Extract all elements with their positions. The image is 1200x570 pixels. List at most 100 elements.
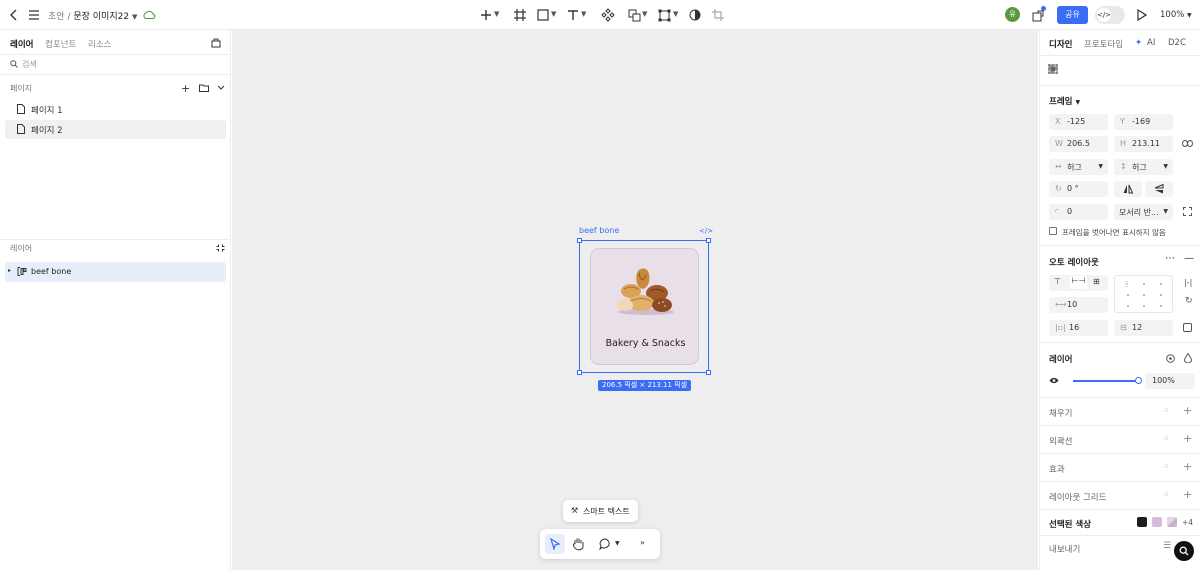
- more-tools-icon[interactable]: »: [640, 538, 645, 547]
- resize-handle[interactable]: [706, 238, 711, 243]
- reverse-order-icon[interactable]: ↻: [1185, 296, 1193, 306]
- distribute-v-icon[interactable]: [1048, 64, 1058, 74]
- link-icon[interactable]: [1182, 140, 1193, 147]
- zoom-level[interactable]: 100% ▼: [1160, 10, 1192, 20]
- width-field[interactable]: W 206.5: [1049, 136, 1108, 152]
- chevron-down-icon[interactable]: ▼: [673, 10, 678, 18]
- color-swatch[interactable]: [1152, 517, 1162, 527]
- canvas[interactable]: beef bone </> Bakery & Snacks 206.5 픽셀 ×…: [232, 30, 1038, 570]
- padding-individual-icon[interactable]: [1183, 323, 1192, 332]
- padding-horizontal-field[interactable]: |▫| 16: [1049, 320, 1108, 336]
- rotation-field[interactable]: ↻ 0 °: [1049, 181, 1108, 197]
- smart-text-button[interactable]: ⚒ 스마트 텍스트: [563, 500, 638, 522]
- add-effect-icon[interactable]: +: [1183, 460, 1192, 473]
- add-stroke-icon[interactable]: +: [1183, 432, 1192, 445]
- add-fill-icon[interactable]: +: [1183, 404, 1192, 417]
- chevron-down-icon[interactable]: ▼: [494, 10, 499, 18]
- corner-mode-select[interactable]: 모서리 반... ▼: [1114, 204, 1173, 220]
- flip-vertical-button[interactable]: [1145, 181, 1173, 197]
- color-swatch[interactable]: [1167, 517, 1177, 527]
- search-button[interactable]: [1174, 541, 1194, 561]
- independent-corners-icon[interactable]: [1183, 207, 1192, 216]
- layer-item[interactable]: ▸ beef bone: [5, 262, 226, 282]
- play-icon[interactable]: [1134, 7, 1150, 23]
- chevron-down-icon[interactable]: ▼: [642, 10, 647, 18]
- file-name[interactable]: 문장 이미지22: [73, 12, 129, 22]
- vector-edit-icon[interactable]: [656, 7, 672, 23]
- crop-icon[interactable]: [710, 7, 726, 23]
- eye-icon[interactable]: [1049, 377, 1059, 384]
- style-grid-icon[interactable]: ⁘: [1163, 462, 1170, 471]
- horizontal-direction-icon[interactable]: ⊢⊣: [1070, 276, 1087, 289]
- tab-layers[interactable]: 레이어: [10, 38, 33, 50]
- tab-d2c[interactable]: D2C: [1168, 38, 1186, 48]
- align-top-left-icon[interactable]: ⦙⦙: [1125, 281, 1133, 289]
- width-mode-select[interactable]: ↔ 허그 ▼: [1049, 159, 1108, 175]
- alignment-grid[interactable]: ⦙⦙: [1114, 275, 1173, 313]
- category-card[interactable]: Bakery & Snacks: [590, 248, 699, 365]
- style-grid-icon[interactable]: ⁘: [1163, 406, 1170, 415]
- align-dot[interactable]: [1160, 305, 1162, 307]
- y-field[interactable]: Y -169: [1114, 114, 1173, 130]
- share-button[interactable]: 공유: [1057, 6, 1088, 24]
- move-tool[interactable]: [545, 534, 565, 554]
- dev-mode-toggle[interactable]: </>: [1095, 6, 1125, 24]
- chevron-down-icon[interactable]: ▼: [132, 13, 137, 21]
- height-mode-select[interactable]: ↕ 허그 ▼: [1114, 159, 1173, 175]
- tab-design[interactable]: 디자인: [1049, 38, 1072, 50]
- tab-components[interactable]: 컴포넌트: [45, 38, 76, 50]
- style-grid-icon[interactable]: ⁘: [1163, 434, 1170, 443]
- style-grid-icon[interactable]: ⁘: [1163, 490, 1170, 499]
- resize-handle[interactable]: [577, 238, 582, 243]
- flip-horizontal-button[interactable]: [1114, 181, 1142, 197]
- align-dot[interactable]: [1143, 305, 1145, 307]
- chevron-down-icon[interactable]: ▼: [551, 10, 556, 18]
- align-dot[interactable]: [1143, 294, 1145, 296]
- remove-icon[interactable]: —: [1184, 253, 1194, 264]
- rectangle-tool-icon[interactable]: [535, 7, 551, 23]
- opacity-field[interactable]: 100%: [1145, 373, 1195, 389]
- export-settings-icon[interactable]: ☰: [1163, 541, 1171, 551]
- folder-icon[interactable]: [199, 84, 209, 92]
- vertical-direction-icon[interactable]: ⊤: [1054, 277, 1061, 286]
- clip-content-checkbox[interactable]: [1049, 227, 1057, 235]
- boolean-icon[interactable]: [626, 7, 642, 23]
- page-item[interactable]: 페이지 1: [5, 100, 226, 119]
- more-colors-count[interactable]: +4: [1182, 518, 1193, 527]
- align-dot[interactable]: [1160, 283, 1162, 285]
- frame-name-label[interactable]: beef bone: [579, 226, 619, 235]
- blend-mode-icon[interactable]: [1184, 353, 1192, 363]
- padding-vertical-field[interactable]: ⊟ 12: [1114, 320, 1173, 336]
- caret-right-icon[interactable]: ▸: [8, 267, 11, 274]
- align-dot[interactable]: [1127, 305, 1129, 307]
- library-icon[interactable]: [211, 38, 221, 48]
- opacity-slider-thumb[interactable]: [1135, 377, 1142, 384]
- wrap-direction-icon[interactable]: ⊞: [1093, 277, 1100, 286]
- selection-box[interactable]: Bakery & Snacks: [577, 238, 711, 375]
- resize-handle[interactable]: [577, 370, 582, 375]
- color-swatch[interactable]: [1137, 517, 1147, 527]
- breadcrumb-parent[interactable]: 초안: [48, 12, 65, 22]
- hand-tool-icon[interactable]: [572, 537, 585, 551]
- menu-icon[interactable]: [26, 7, 42, 23]
- tab-resources[interactable]: 리소스: [88, 38, 111, 50]
- target-icon[interactable]: [1166, 354, 1175, 363]
- collapse-icon[interactable]: [216, 244, 225, 252]
- code-icon[interactable]: </>: [699, 227, 713, 235]
- tab-ai[interactable]: AI: [1147, 38, 1155, 48]
- frame-section-title[interactable]: 프레임 ▼: [1049, 95, 1080, 107]
- component-icon[interactable]: [600, 7, 616, 23]
- opacity-slider[interactable]: [1073, 380, 1138, 382]
- add-layout-grid-icon[interactable]: +: [1183, 488, 1192, 501]
- search-input[interactable]: 검색: [22, 59, 37, 70]
- spacing-mode-icon[interactable]: |-|: [1184, 278, 1192, 287]
- page-item-selected[interactable]: 페이지 2: [5, 120, 226, 139]
- align-dot[interactable]: [1160, 294, 1162, 296]
- comment-tool-icon[interactable]: [599, 538, 611, 550]
- height-field[interactable]: H 213.11: [1114, 136, 1173, 152]
- frame-tool-icon[interactable]: [512, 7, 528, 23]
- chevron-down-icon[interactable]: [217, 85, 225, 91]
- add-page-icon[interactable]: +: [181, 82, 190, 95]
- mask-icon[interactable]: [687, 7, 703, 23]
- align-dot[interactable]: [1127, 294, 1129, 296]
